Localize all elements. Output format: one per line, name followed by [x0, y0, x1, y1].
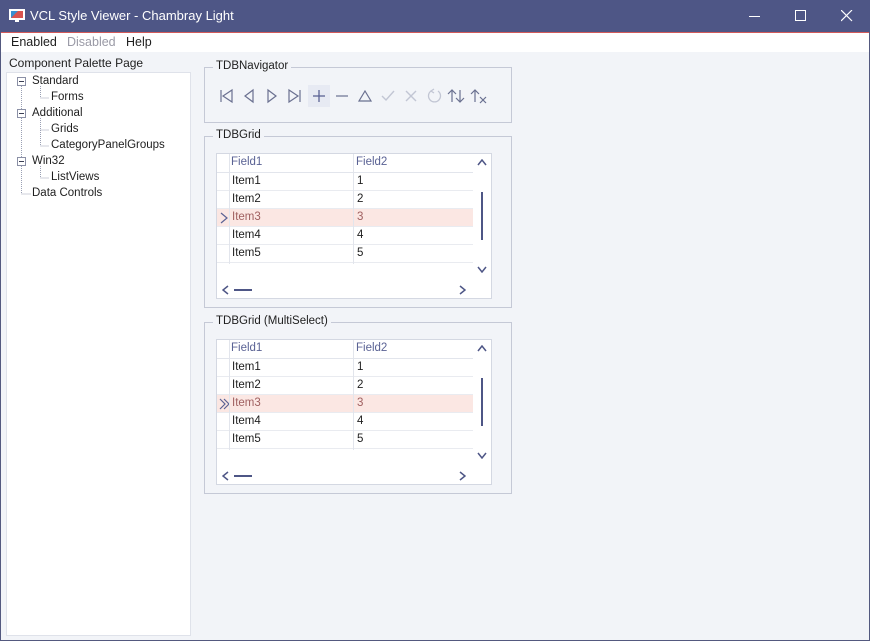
scroll-thumb[interactable]	[481, 192, 483, 240]
last-icon	[288, 88, 301, 104]
grid-lines	[229, 154, 354, 264]
next-icon	[267, 88, 277, 104]
scroll-right-icon	[459, 471, 466, 481]
scroll-right-icon	[459, 285, 466, 295]
title-bar: VCL Style Viewer - Chambray Light	[0, 0, 870, 32]
nav-cancel-button[interactable]	[400, 85, 422, 107]
apply-updates-icon	[447, 89, 465, 103]
grid2-caption: TDBGrid (MultiSelect)	[213, 315, 331, 327]
nav-refresh-button[interactable]	[423, 85, 445, 107]
client-area: Enabled Disabled Help Component Palette …	[1, 32, 869, 640]
scroll-left-icon	[222, 285, 229, 295]
tree-node-forms[interactable]: Forms	[51, 91, 84, 103]
close-button[interactable]	[824, 0, 870, 32]
grid2[interactable]: Field1 Field2 Item1 1 Item2 2 Item3 3 It…	[216, 339, 492, 485]
post-icon	[381, 90, 395, 102]
tree-lines	[17, 77, 49, 195]
scroll-thumb[interactable]	[481, 378, 483, 426]
scroll-thumb[interactable]	[234, 289, 252, 291]
nav-prior-button[interactable]	[238, 85, 260, 107]
palette-label: Component Palette Page	[9, 56, 144, 70]
maximize-icon	[795, 10, 806, 21]
minimize-button[interactable]	[732, 0, 778, 32]
nav-post-button[interactable]	[377, 85, 399, 107]
first-icon	[220, 88, 233, 104]
minimize-icon	[749, 16, 760, 17]
menu-disabled[interactable]: Disabled	[67, 35, 116, 49]
tree-node-data-controls[interactable]: Data Controls	[32, 187, 102, 199]
tree-node-additional[interactable]: Additional	[32, 107, 83, 119]
nav-next-button[interactable]	[261, 85, 283, 107]
grid-lines	[229, 340, 354, 450]
scroll-thumb[interactable]	[234, 475, 252, 477]
cancel-updates-icon	[470, 89, 487, 104]
grid2-group: TDBGrid (MultiSelect) Field1 Field2 Item…	[204, 315, 512, 494]
scroll-down-icon	[477, 452, 487, 459]
scroll-down-icon	[477, 266, 487, 273]
grid1-caption: TDBGrid	[213, 129, 264, 141]
navigator-caption: TDBNavigator	[213, 60, 292, 72]
menu-enabled[interactable]: Enabled	[11, 35, 57, 49]
nav-edit-button[interactable]	[354, 85, 376, 107]
scroll-up-icon	[477, 345, 487, 352]
nav-insert-button[interactable]	[308, 85, 330, 107]
nav-apply-updates-button[interactable]	[445, 85, 467, 107]
grid1-group: TDBGrid Field1 Field2 Item1 1 Item2 2 It…	[204, 129, 512, 308]
maximize-button[interactable]	[778, 0, 824, 32]
navigator-group: TDBNavigator	[204, 60, 512, 123]
tree-node-standard[interactable]: Standard	[32, 75, 79, 87]
nav-first-button[interactable]	[215, 85, 237, 107]
menu-bar: Enabled Disabled Help	[1, 32, 869, 52]
nav-delete-button[interactable]	[331, 85, 353, 107]
window-title: VCL Style Viewer - Chambray Light	[30, 8, 234, 23]
horizontal-scrollbar[interactable]	[217, 466, 473, 484]
horizontal-scrollbar[interactable]	[217, 280, 473, 298]
tree-node-win32[interactable]: Win32	[32, 155, 65, 167]
close-icon	[841, 10, 853, 22]
nav-last-button[interactable]	[284, 85, 306, 107]
nav-cancel-updates-button[interactable]	[468, 85, 490, 107]
menu-help[interactable]: Help	[126, 35, 152, 49]
tree-node-listviews[interactable]: ListViews	[51, 171, 99, 183]
grid1[interactable]: Field1 Field2 Item1 1 Item2 2 Item3 3 It…	[216, 153, 492, 299]
insert-icon	[313, 90, 325, 102]
scroll-left-icon	[222, 471, 229, 481]
palette-tree[interactable]: Standard Forms Additional Grids Category…	[6, 72, 191, 636]
prior-icon	[244, 88, 254, 104]
monitor-icon	[9, 9, 25, 22]
cancel-icon	[405, 90, 417, 102]
delete-icon	[336, 95, 348, 97]
vertical-scrollbar[interactable]	[473, 154, 491, 280]
scroll-up-icon	[477, 159, 487, 166]
refresh-icon	[427, 88, 442, 103]
tree-node-categorypanelgroups[interactable]: CategoryPanelGroups	[51, 139, 165, 151]
edit-icon	[357, 89, 373, 102]
vertical-scrollbar[interactable]	[473, 340, 491, 466]
tree-node-grids[interactable]: Grids	[51, 123, 78, 135]
